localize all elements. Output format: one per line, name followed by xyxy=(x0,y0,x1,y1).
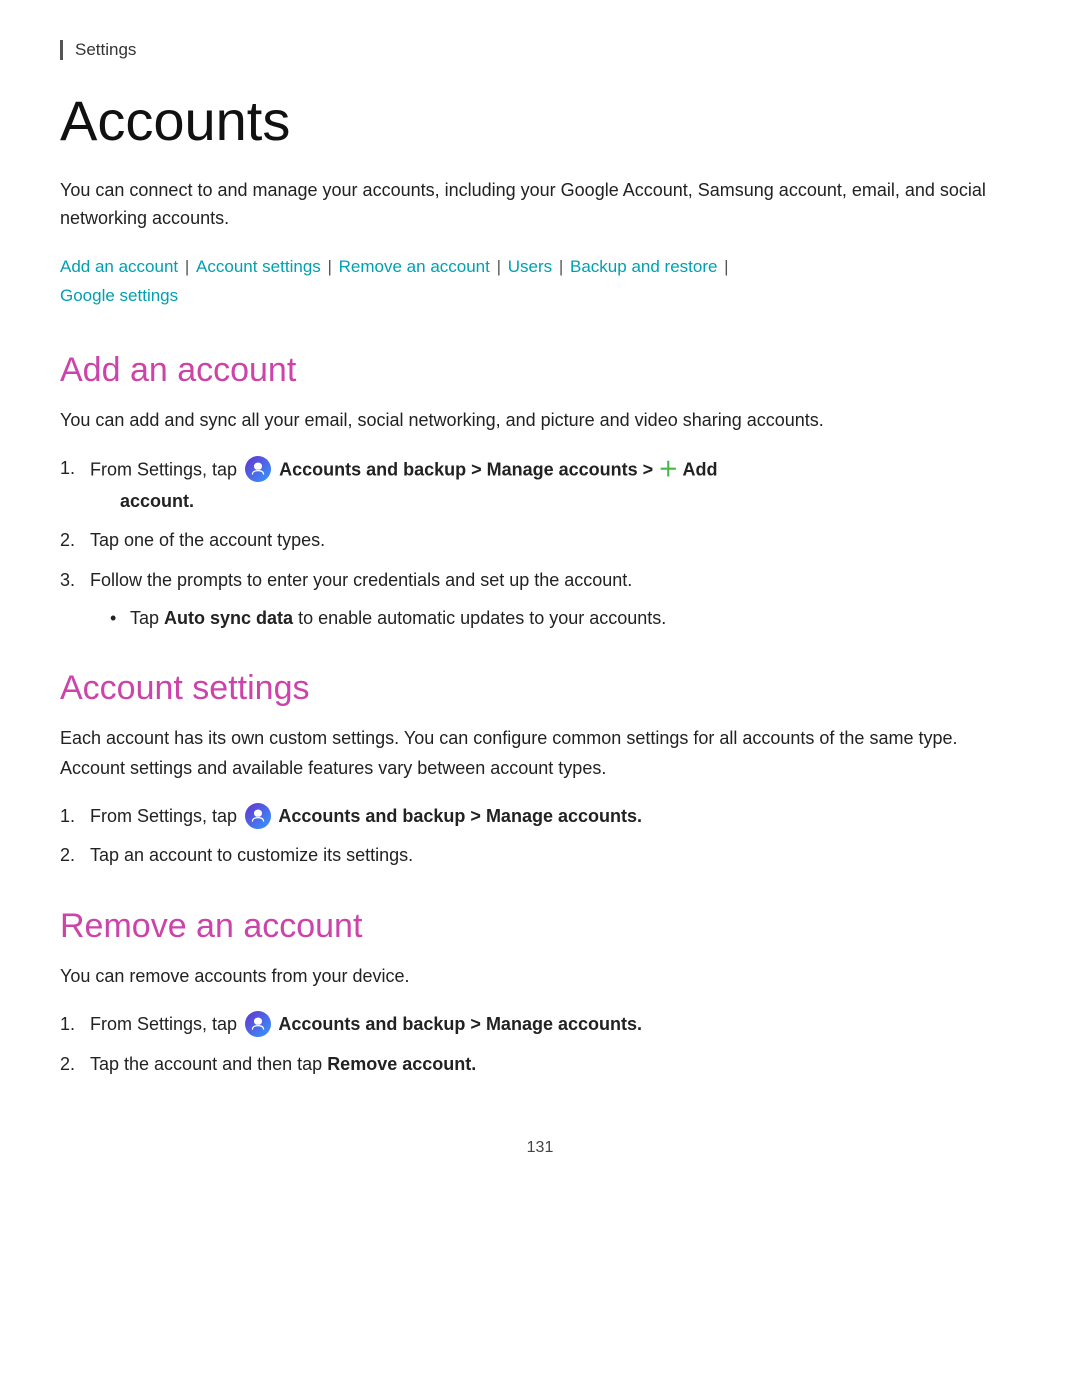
section-title-settings: Account settings xyxy=(60,669,1020,708)
nav-link-settings[interactable]: Account settings xyxy=(196,257,321,276)
add-sub-item-1: Tap Auto sync data to enable automatic u… xyxy=(110,604,1020,634)
add-step-2: 2. Tap one of the account types. xyxy=(60,526,1020,556)
account-settings-steps: 1. From Settings, tap Accounts and backu… xyxy=(60,802,1020,871)
section-desc-settings: Each account has its own custom settings… xyxy=(60,724,1020,783)
section-title-add: Add an account xyxy=(60,351,1020,390)
page-title: Accounts xyxy=(60,90,1020,152)
section-desc-add: You can add and sync all your email, soc… xyxy=(60,406,1020,436)
plus-icon: ＋ xyxy=(658,459,678,481)
settings-label: Settings xyxy=(60,40,1020,60)
remove-step-2: 2. Tap the account and then tap Remove a… xyxy=(60,1050,1020,1080)
nav-links: Add an account | Account settings | Remo… xyxy=(60,253,1020,311)
remove-step-1: 1. From Settings, tap Accounts and backu… xyxy=(60,1010,1020,1040)
nav-link-add[interactable]: Add an account xyxy=(60,257,178,276)
add-account-steps: 1. From Settings, tap Accounts and backu… xyxy=(60,454,1020,634)
section-add-account: Add an account You can add and sync all … xyxy=(60,351,1020,633)
nav-link-backup[interactable]: Backup and restore xyxy=(570,257,717,276)
nav-link-google[interactable]: Google settings xyxy=(60,286,178,305)
page-number: 131 xyxy=(60,1139,1020,1157)
section-account-settings: Account settings Each account has its ow… xyxy=(60,669,1020,871)
accounts-backup-icon-3 xyxy=(245,1011,271,1037)
nav-link-remove[interactable]: Remove an account xyxy=(339,257,490,276)
intro-text: You can connect to and manage your accou… xyxy=(60,176,1020,234)
accounts-backup-icon-1 xyxy=(245,456,271,482)
settings-step-2: 2. Tap an account to customize its setti… xyxy=(60,841,1020,871)
section-remove-account: Remove an account You can remove account… xyxy=(60,907,1020,1079)
section-desc-remove: You can remove accounts from your device… xyxy=(60,962,1020,992)
section-title-remove: Remove an account xyxy=(60,907,1020,946)
add-step-1: 1. From Settings, tap Accounts and backu… xyxy=(60,454,1020,517)
nav-link-users[interactable]: Users xyxy=(508,257,552,276)
add-sub-list: Tap Auto sync data to enable automatic u… xyxy=(90,604,1020,634)
add-step-3: 3. Follow the prompts to enter your cred… xyxy=(60,566,1020,633)
remove-account-steps: 1. From Settings, tap Accounts and backu… xyxy=(60,1010,1020,1079)
settings-step-1: 1. From Settings, tap Accounts and backu… xyxy=(60,802,1020,832)
accounts-backup-icon-2 xyxy=(245,803,271,829)
